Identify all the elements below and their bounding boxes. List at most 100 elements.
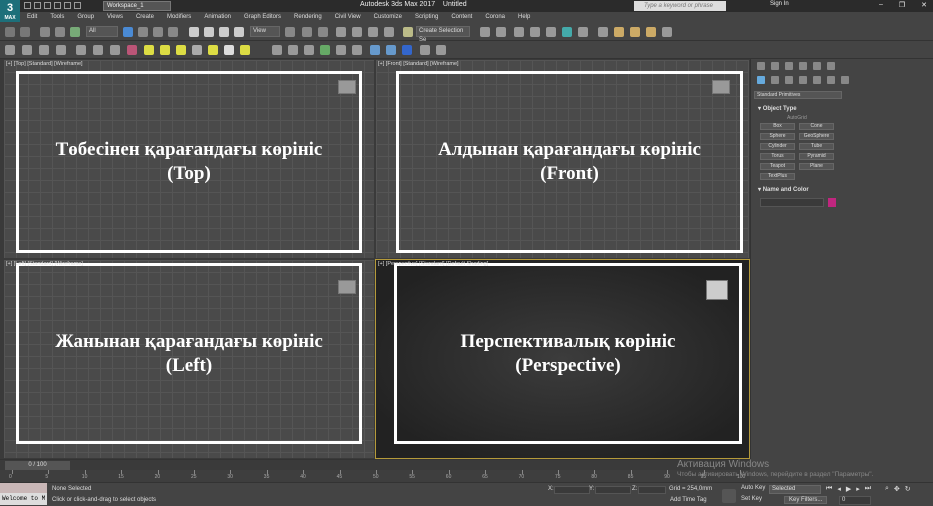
lights-icon[interactable] xyxy=(785,76,793,84)
render-preview-icon[interactable] xyxy=(386,45,396,55)
manipulate-icon[interactable] xyxy=(302,27,312,37)
viewport-top[interactable]: [+] [Top] [Standard] [Wireframe] Төбесін… xyxy=(3,59,375,259)
twist-icon[interactable] xyxy=(304,45,314,55)
material-icon[interactable] xyxy=(370,45,380,55)
scale-icon[interactable] xyxy=(219,27,229,37)
help-icon[interactable] xyxy=(436,45,446,55)
viewport-perspective[interactable]: [+] [Perspective] [Standard] [Default Sh… xyxy=(375,259,750,459)
viewport-left[interactable]: [+] [Left] [Standard] [Wireframe] Жанына… xyxy=(3,259,375,459)
next-frame-icon[interactable]: ▸ xyxy=(856,485,860,493)
menu-customize[interactable]: Customize xyxy=(374,14,402,20)
bind-spacewarp-icon[interactable] xyxy=(70,27,80,37)
play-icon[interactable]: ▶ xyxy=(846,485,851,493)
key-filters-button[interactable]: Key Filters... xyxy=(784,496,828,504)
bend-icon[interactable] xyxy=(288,45,298,55)
rect-selection-icon[interactable] xyxy=(153,27,163,37)
align-icon[interactable] xyxy=(496,27,506,37)
helpers-icon[interactable] xyxy=(813,76,821,84)
camera-icon[interactable] xyxy=(93,45,103,55)
render-setup-icon[interactable] xyxy=(614,27,624,37)
light-icon[interactable] xyxy=(76,45,86,55)
viewport-label[interactable]: [+] [Front] [Standard] [Wireframe] xyxy=(378,61,459,67)
set-key-icon[interactable] xyxy=(722,489,736,503)
spinner-snap-icon[interactable] xyxy=(384,27,394,37)
key-selection-dropdown[interactable]: Selected xyxy=(769,485,821,494)
sign-in-button[interactable]: Sign In xyxy=(770,1,789,7)
target-icon[interactable] xyxy=(240,45,250,55)
angle-snap-icon[interactable] xyxy=(352,27,362,37)
time-slider[interactable]: 0 / 100 xyxy=(0,459,750,470)
render-icon[interactable] xyxy=(646,27,656,37)
menu-corona[interactable]: Corona xyxy=(485,14,505,20)
add-time-tag-button[interactable]: Add Time Tag xyxy=(670,497,707,503)
snap-icon[interactable] xyxy=(336,27,346,37)
go-to-start-icon[interactable]: ⏮ xyxy=(826,485,832,493)
keyboard-shortcut-icon[interactable] xyxy=(318,27,328,37)
modify-tab-icon[interactable] xyxy=(771,62,779,70)
geometry-icon[interactable] xyxy=(757,76,765,84)
z-coordinate-field[interactable] xyxy=(638,486,666,494)
mirror-icon[interactable] xyxy=(480,27,490,37)
scene-explorer-icon[interactable] xyxy=(514,27,524,37)
menu-edit[interactable]: Edit xyxy=(27,14,37,20)
edit-named-selection-icon[interactable] xyxy=(403,27,413,37)
menu-tools[interactable]: Tools xyxy=(50,14,64,20)
redo-icon[interactable] xyxy=(64,2,71,9)
set-key-button[interactable]: Set Key xyxy=(741,496,762,502)
schematic-view-icon[interactable] xyxy=(578,27,588,37)
menu-create[interactable]: Create xyxy=(136,14,154,20)
sphere-icon[interactable] xyxy=(176,45,186,55)
name-color-rollout[interactable]: ▾ Name and Color xyxy=(758,186,933,193)
viewcube-icon[interactable] xyxy=(338,280,356,294)
utilities-tab-icon[interactable] xyxy=(827,62,835,70)
teapot-button[interactable]: Teapot xyxy=(760,163,795,170)
selection-filter[interactable]: All xyxy=(86,26,118,37)
ribbon-icon[interactable] xyxy=(546,27,556,37)
spacewarps-icon[interactable] xyxy=(827,76,835,84)
create-tab-icon[interactable] xyxy=(757,62,765,70)
cameras-icon[interactable] xyxy=(799,76,807,84)
maxscript-listener[interactable]: Welcome to M xyxy=(0,493,47,505)
plane-button[interactable]: Plane xyxy=(799,163,834,170)
motion-tab-icon[interactable] xyxy=(799,62,807,70)
shapes-icon[interactable] xyxy=(771,76,779,84)
save-icon[interactable] xyxy=(44,2,51,9)
box-icon[interactable] xyxy=(22,45,32,55)
move-icon[interactable] xyxy=(189,27,199,37)
settings-icon[interactable] xyxy=(420,45,430,55)
zoom-icon[interactable]: ⌕ xyxy=(885,485,889,493)
textplus-button[interactable]: TextPlus xyxy=(760,173,795,180)
object-color-swatch[interactable] xyxy=(828,198,836,207)
unlink-icon[interactable] xyxy=(55,27,65,37)
current-frame-field[interactable]: 0 xyxy=(839,496,871,505)
viewcube-icon[interactable] xyxy=(338,80,356,94)
minimize-icon[interactable]: – xyxy=(879,1,883,9)
render-frame-icon[interactable] xyxy=(402,45,412,55)
app-logo[interactable]: 3 MAX xyxy=(0,0,20,22)
sphere-button[interactable]: Sphere xyxy=(760,133,795,140)
menu-scripting[interactable]: Scripting xyxy=(415,14,438,20)
menu-views[interactable]: Views xyxy=(107,14,123,20)
select-object-icon[interactable] xyxy=(123,27,133,37)
hierarchy-tab-icon[interactable] xyxy=(785,62,793,70)
render-cloud-icon[interactable] xyxy=(662,27,672,37)
path-icon[interactable] xyxy=(352,45,362,55)
grid-icon[interactable] xyxy=(39,45,49,55)
primitive-type-dropdown[interactable]: Standard Primitives xyxy=(754,91,842,99)
x-coordinate-field[interactable] xyxy=(554,486,590,494)
reference-coordinate-dropdown[interactable]: View xyxy=(250,26,280,37)
previous-frame-icon[interactable]: ◂ xyxy=(837,485,841,493)
viewcube-icon[interactable] xyxy=(706,280,728,300)
track-bar[interactable]: 0 5 10 15 20 25 30 35 40 45 50 55 60 65 70 75 80 85 90 95 10… xyxy=(0,470,750,482)
y-coordinate-field[interactable] xyxy=(595,486,631,494)
workspace-dropdown[interactable]: Workspace_1 xyxy=(103,1,171,11)
search-input[interactable]: Type a keyword or phrase xyxy=(634,1,726,11)
menu-animation[interactable]: Animation xyxy=(204,14,231,20)
teapot-icon[interactable] xyxy=(5,45,15,55)
curve-editor-icon[interactable] xyxy=(562,27,572,37)
viewport-label[interactable]: [+] [Left] [Standard] [Wireframe] xyxy=(6,261,83,267)
undo-icon[interactable] xyxy=(54,2,61,9)
close-icon[interactable]: ✕ xyxy=(921,1,927,9)
sun-icon[interactable] xyxy=(208,45,218,55)
maximize-icon[interactable]: ❐ xyxy=(899,1,905,9)
